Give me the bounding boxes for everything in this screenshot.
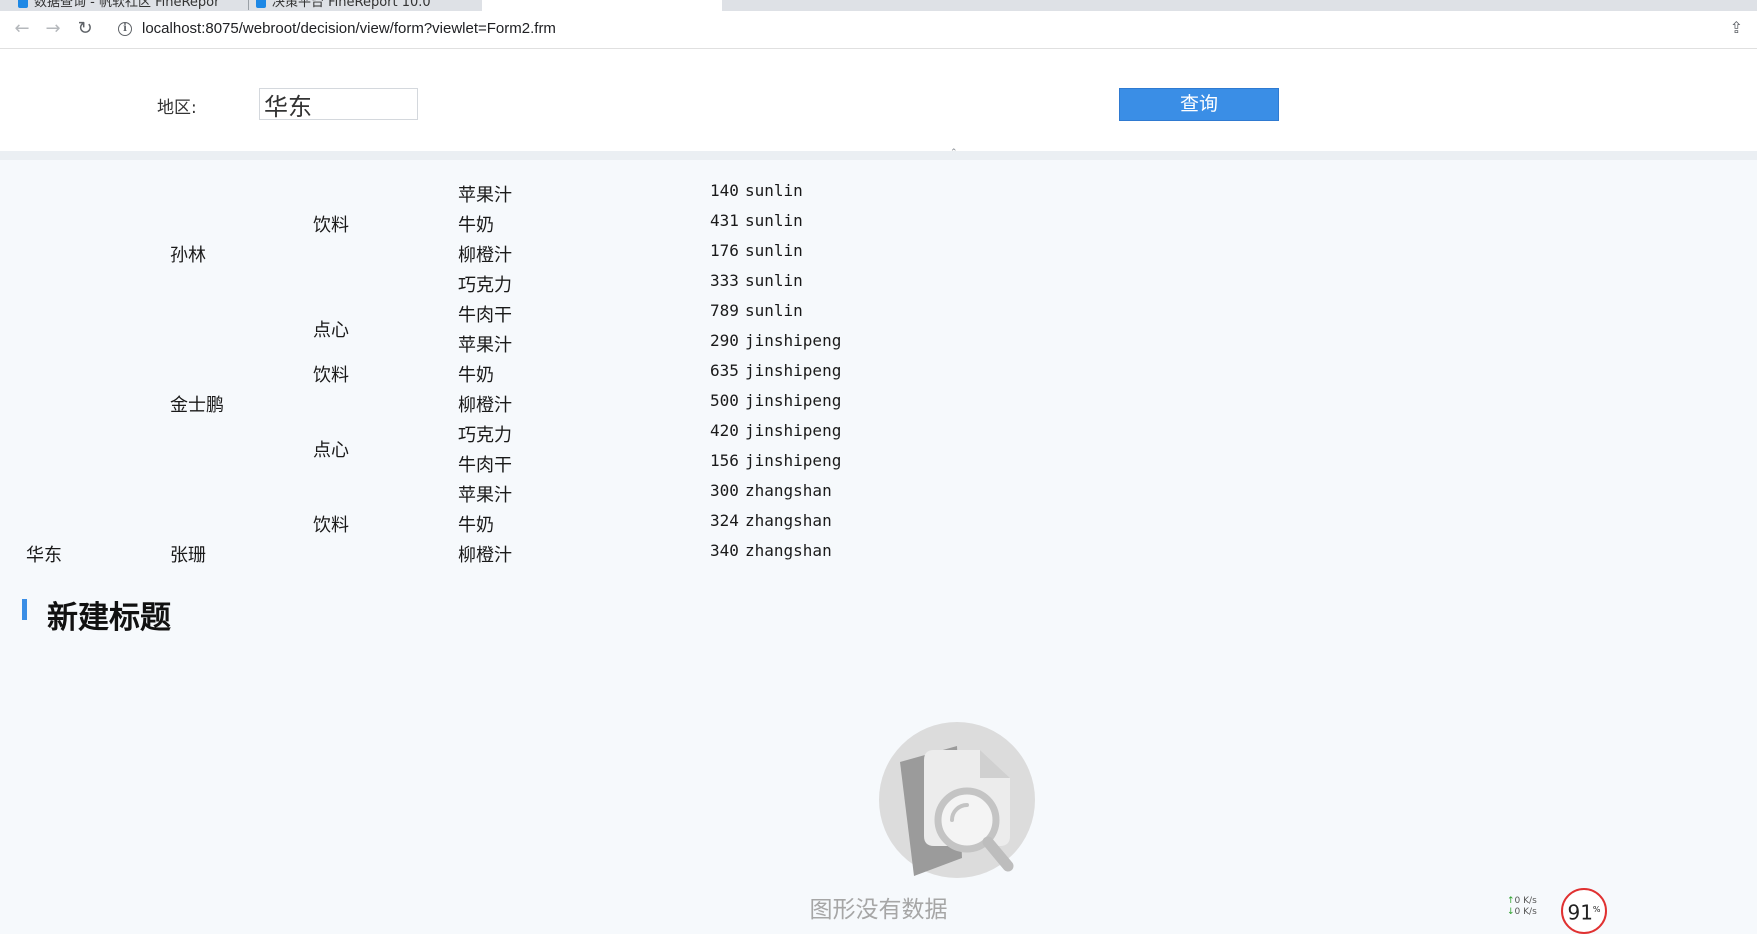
product-cell: 柳橙汁 xyxy=(458,245,512,266)
name-cell: zhangshan xyxy=(745,541,832,560)
category-cell: 点心 xyxy=(313,320,349,341)
browser-tab-2[interactable]: 决策平台 FineReport 10.0 xyxy=(256,0,456,11)
collapse-up-icon[interactable]: ⌃ xyxy=(950,148,958,158)
sales-cell: 140 xyxy=(710,181,739,200)
sales-cell: 156 xyxy=(710,451,739,470)
product-cell: 牛奶 xyxy=(458,515,494,536)
product-cell: 柳橙汁 xyxy=(458,395,512,416)
name-cell: jinshipeng xyxy=(745,331,842,350)
reload-icon[interactable]: ↻ xyxy=(73,17,97,41)
sales-cell: 300 xyxy=(710,481,739,500)
sales-cell: 324 xyxy=(710,511,739,530)
sales-cell: 340 xyxy=(710,541,739,560)
download-arrow-icon: ↓ xyxy=(1507,907,1515,917)
tab-title: 数据查询 - 帆软社区 FineReport ... xyxy=(34,0,218,10)
product-cell: 巧克力 xyxy=(458,425,512,446)
sales-cell: 290 xyxy=(710,331,739,350)
browser-tab-1[interactable]: 数据查询 - 帆软社区 FineReport ... xyxy=(18,0,218,11)
category-cell: 饮料 xyxy=(313,515,349,536)
document-search-icon xyxy=(872,716,1042,890)
sales-cell: 635 xyxy=(710,361,739,380)
name-cell: zhangshan xyxy=(745,481,832,500)
product-cell: 牛奶 xyxy=(458,365,494,386)
category-cell: 饮料 xyxy=(313,215,349,236)
parameter-panel: 地区: 查询 xyxy=(0,49,1757,151)
salesperson-cell: 张珊 xyxy=(170,545,206,566)
favicon-icon xyxy=(256,0,266,8)
browser-tab-4[interactable] xyxy=(740,0,820,11)
name-cell: sunlin xyxy=(745,211,803,230)
browser-tab-active[interactable] xyxy=(482,0,722,11)
upload-arrow-icon: ↑ xyxy=(1507,896,1515,906)
region-input[interactable] xyxy=(259,88,418,120)
product-cell: 牛肉干 xyxy=(458,305,512,326)
query-button[interactable]: 查询 xyxy=(1119,88,1279,121)
product-cell: 苹果汁 xyxy=(458,185,512,206)
sales-cell: 500 xyxy=(710,391,739,410)
tab-separator xyxy=(248,0,249,10)
sales-cell: 333 xyxy=(710,271,739,290)
name-cell: zhangshan xyxy=(745,511,832,530)
name-cell: sunlin xyxy=(745,241,803,260)
sales-cell: 789 xyxy=(710,301,739,320)
download-speed: 0 K/s xyxy=(1514,907,1537,917)
site-info-icon[interactable]: i xyxy=(118,22,132,36)
url-field[interactable]: localhost:8075/webroot/decision/view/for… xyxy=(142,20,556,37)
network-speed-widget: ↑0 K/s ↓0 K/s xyxy=(1507,896,1537,918)
region-label: 地区: xyxy=(157,98,197,118)
product-cell: 苹果汁 xyxy=(458,335,512,356)
sales-cell: 420 xyxy=(710,421,739,440)
name-cell: jinshipeng xyxy=(745,391,842,410)
salesperson-cell: 孙林 xyxy=(170,245,206,266)
upload-speed: 0 K/s xyxy=(1514,896,1537,906)
category-cell: 饮料 xyxy=(313,365,349,386)
product-cell: 苹果汁 xyxy=(458,485,512,506)
empty-chart-message: 图形没有数据 xyxy=(809,897,948,923)
chart-title: 新建标题 xyxy=(47,600,171,636)
browser-tab-strip: 数据查询 - 帆软社区 FineReport ... 决策平台 FineRepo… xyxy=(0,0,1757,11)
name-cell: jinshipeng xyxy=(745,421,842,440)
product-cell: 柳橙汁 xyxy=(458,545,512,566)
name-cell: sunlin xyxy=(745,301,803,320)
back-arrow-icon[interactable]: ← xyxy=(10,17,34,41)
name-cell: jinshipeng xyxy=(745,451,842,470)
cpu-unit: % xyxy=(1592,905,1601,914)
salesperson-cell: 金士鹏 xyxy=(170,395,224,416)
cpu-percent: 91 xyxy=(1567,900,1593,925)
sales-cell: 176 xyxy=(710,241,739,260)
forward-arrow-icon[interactable]: → xyxy=(41,17,65,41)
product-cell: 牛奶 xyxy=(458,215,494,236)
chart-title-accent xyxy=(22,599,27,620)
product-cell: 巧克力 xyxy=(458,275,512,296)
report-table: 苹果汁 140 sunlin 饮料 牛奶 431 sunlin 孙林 柳橙汁 176 sunlin 巧… xyxy=(0,160,1757,572)
product-cell: 牛肉干 xyxy=(458,455,512,476)
sales-cell: 431 xyxy=(710,211,739,230)
region-cell: 华东 xyxy=(26,545,62,566)
tab-title: 决策平台 FineReport 10.0 xyxy=(272,0,431,10)
cpu-gauge[interactable]: 91% xyxy=(1561,888,1607,934)
favicon-icon xyxy=(18,0,28,8)
category-cell: 点心 xyxy=(313,440,349,461)
name-cell: sunlin xyxy=(745,271,803,290)
parameter-collapse-bar[interactable]: ⌃ xyxy=(0,148,1757,160)
name-cell: jinshipeng xyxy=(745,361,842,380)
name-cell: sunlin xyxy=(745,181,803,200)
address-bar: ← → ↻ i localhost:8075/webroot/decision/… xyxy=(0,11,1757,49)
share-icon[interactable]: ⇪ xyxy=(1730,18,1743,37)
